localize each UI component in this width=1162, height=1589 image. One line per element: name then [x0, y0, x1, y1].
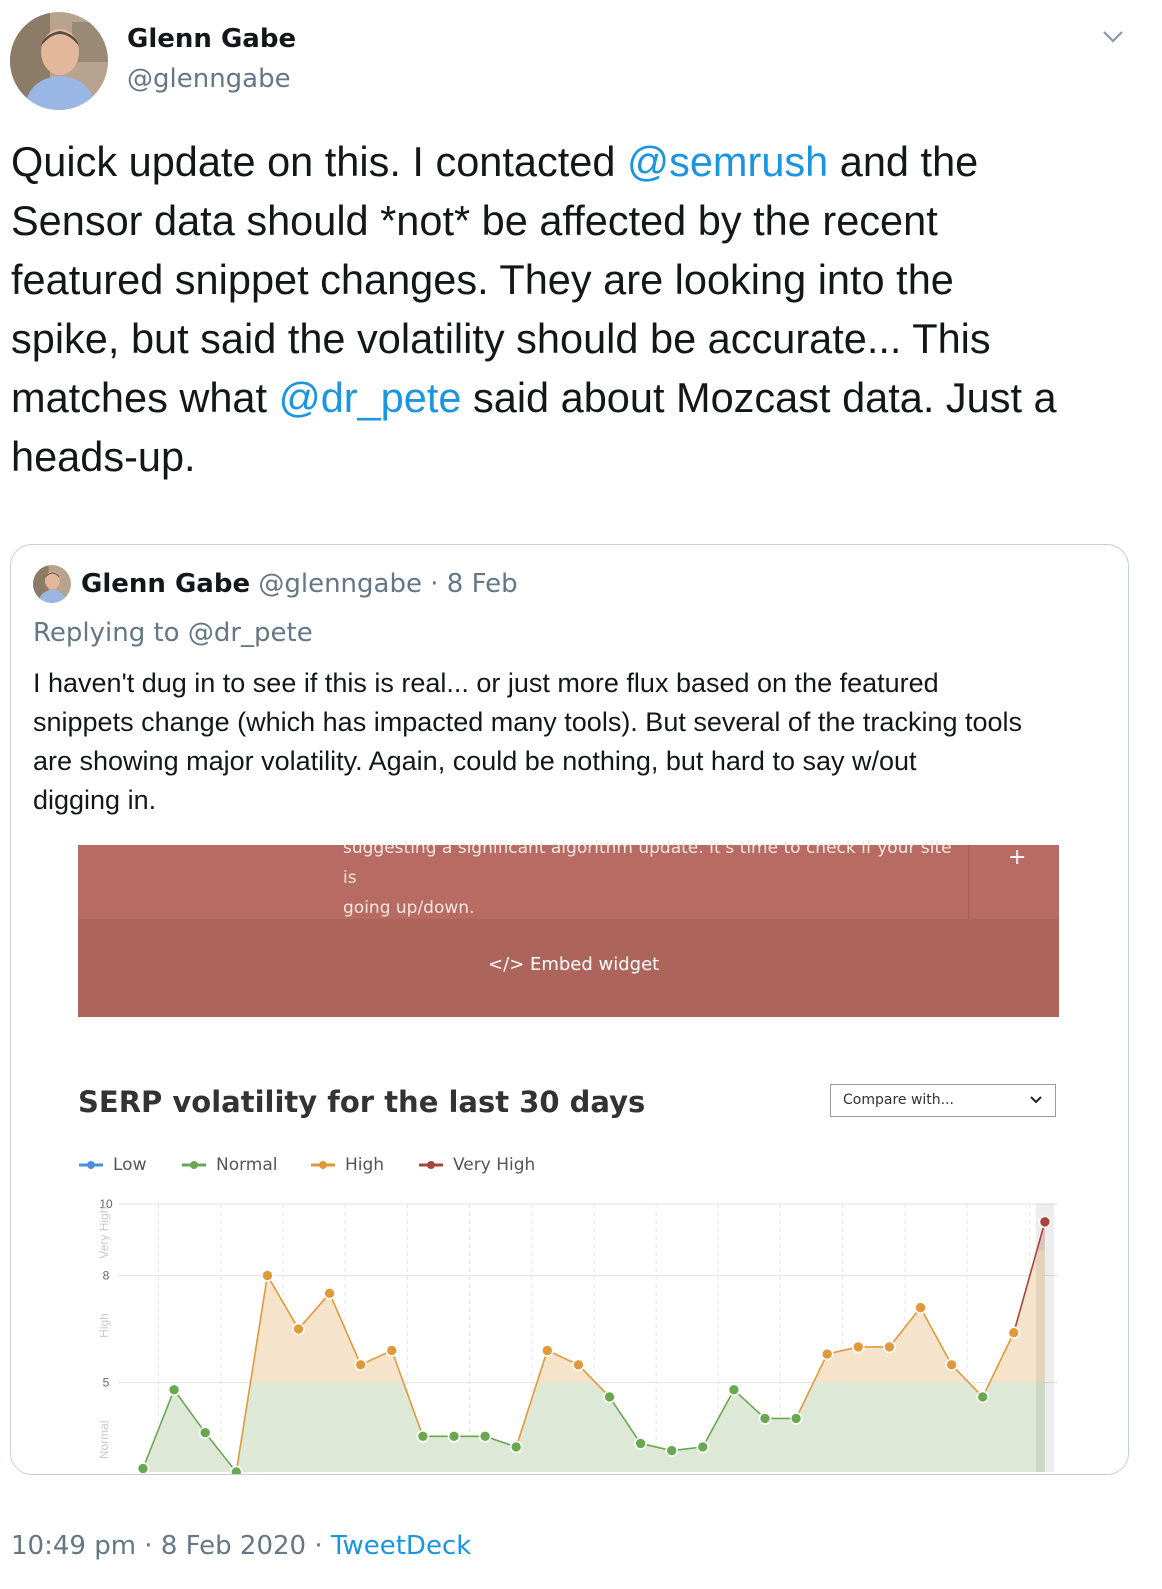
- y-tick-label: 8: [103, 1268, 110, 1282]
- quoted-author-handle: @glenngabe: [258, 569, 422, 599]
- data-point: [509, 1440, 523, 1454]
- avatar[interactable]: [10, 12, 108, 110]
- plus-icon: +: [1008, 845, 1027, 870]
- embed-widget-bar: </> Embed widget: [78, 919, 1059, 1017]
- data-point: [883, 1340, 896, 1354]
- data-point: [167, 1383, 181, 1397]
- banner-text: suggesting a significant algorithm updat…: [343, 838, 952, 918]
- data-point: [385, 1344, 399, 1357]
- footer-separator: ·: [136, 1531, 161, 1561]
- chevron-down-icon: [1030, 1096, 1042, 1104]
- data-point: [976, 1390, 990, 1404]
- author-handle[interactable]: @glenngabe: [127, 64, 291, 94]
- tweet-date[interactable]: 8 Feb 2020: [161, 1531, 306, 1561]
- compare-dropdown: Compare with...: [830, 1084, 1056, 1117]
- tweet-footer: 10:49 pm · 8 Feb 2020 · TweetDeck: [11, 1531, 471, 1561]
- data-point: [198, 1426, 212, 1439]
- footer-separator: ·: [306, 1531, 331, 1561]
- chevron-down-icon[interactable]: [1100, 26, 1126, 46]
- data-point: [1007, 1326, 1021, 1339]
- legend-label-normal: Normal: [216, 1155, 278, 1175]
- legend-label-low: Low: [113, 1155, 147, 1175]
- alert-banner: suggesting a significant algorithm updat…: [78, 838, 1059, 1017]
- data-point: [323, 1287, 336, 1300]
- y-band-label: High: [97, 1313, 111, 1338]
- mention-dr-pete[interactable]: @dr_pete: [279, 374, 462, 421]
- legend-label-very-high: Very High: [453, 1155, 536, 1175]
- data-point: [416, 1429, 430, 1443]
- data-point: [1038, 1215, 1052, 1229]
- data-point: [758, 1412, 772, 1425]
- data-point: [603, 1390, 616, 1404]
- data-point: [634, 1437, 647, 1450]
- data-point: [820, 1347, 834, 1361]
- quoted-header: Glenn Gabe @glenngabe · 8 Feb: [81, 569, 518, 599]
- chart-title: SERP volatility for the last 30 days: [78, 1085, 646, 1119]
- compare-placeholder: Compare with...: [843, 1092, 955, 1108]
- quoted-avatar: [33, 565, 71, 603]
- data-point: [789, 1412, 803, 1425]
- data-point: [292, 1322, 305, 1336]
- y-band-label: Very High: [97, 1207, 111, 1259]
- embed-widget-button: </> Embed widget: [488, 954, 660, 975]
- data-point: [572, 1358, 585, 1372]
- quoted-tweet[interactable]: Glenn Gabe @glenngabe · 8 Feb Replying t…: [10, 544, 1129, 1475]
- quoted-text: I haven't dug in to see if this is real.…: [33, 668, 1023, 815]
- banner-message-box: suggesting a significant algorithm updat…: [78, 838, 969, 920]
- data-point: [945, 1358, 958, 1372]
- data-point: [447, 1429, 461, 1443]
- tweet-text-part: Quick update on this. I contacted: [11, 138, 627, 185]
- data-point: [261, 1269, 274, 1282]
- quoted-author-name: Glenn Gabe: [81, 569, 251, 599]
- data-point: [540, 1344, 554, 1357]
- legend-label-high: High: [345, 1155, 385, 1175]
- y-tick-label: 5: [103, 1376, 110, 1390]
- attached-screenshot: suggesting a significant algorithm updat…: [11, 838, 1128, 1474]
- data-point: [478, 1429, 492, 1443]
- data-point: [665, 1444, 679, 1457]
- data-point: [914, 1301, 927, 1314]
- tweet-text: Quick update on this. I contacted @semru…: [11, 132, 1151, 486]
- y-band-label: Normal: [97, 1421, 111, 1460]
- data-point: [136, 1462, 150, 1474]
- tweet-time[interactable]: 10:49 pm: [11, 1531, 136, 1561]
- data-point: [354, 1358, 368, 1372]
- data-point: [851, 1340, 865, 1354]
- quoted-separator: ·: [421, 569, 447, 599]
- author-name[interactable]: Glenn Gabe: [127, 24, 296, 54]
- replying-to: Replying to @dr_pete: [33, 618, 313, 648]
- data-point: [727, 1383, 741, 1397]
- data-point: [230, 1465, 243, 1474]
- volatility-chart: 1085Very HighHighNormal: [97, 1197, 1058, 1474]
- quoted-date: 8 Feb: [446, 569, 518, 599]
- data-point: [696, 1440, 710, 1454]
- mention-semrush[interactable]: @semrush: [627, 138, 828, 185]
- tweet-source[interactable]: TweetDeck: [331, 1531, 471, 1561]
